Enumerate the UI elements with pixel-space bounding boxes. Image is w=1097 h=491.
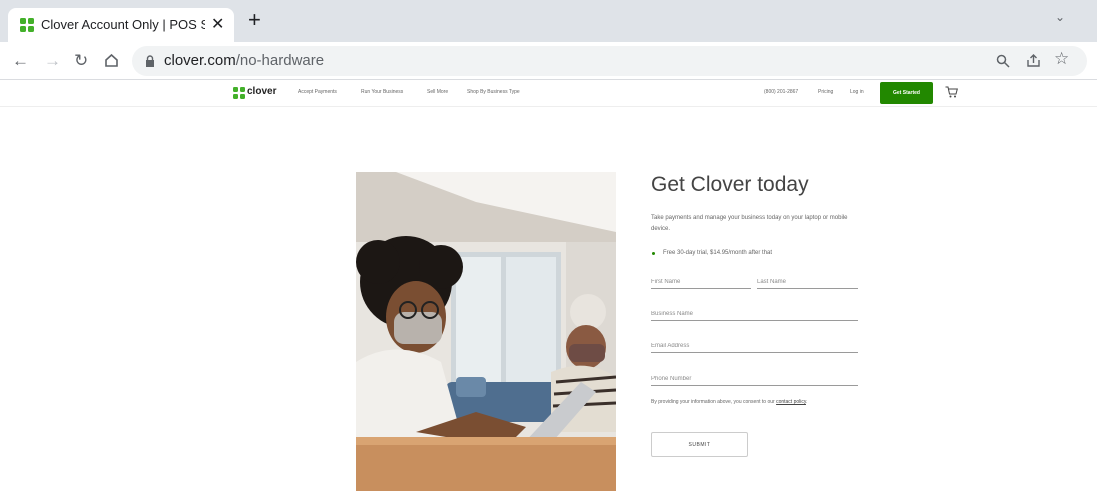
pricing-link[interactable]: Pricing: [818, 89, 833, 95]
trial-info: Free 30-day trial, $14.95/month after th…: [663, 250, 773, 256]
site-header: clover Accept Payments Run Your Business…: [0, 81, 1097, 107]
bookmark-star-icon[interactable]: ☆: [1054, 49, 1069, 69]
nav-accept-payments[interactable]: Accept Payments: [298, 89, 337, 95]
clover-favicon-icon: [20, 18, 34, 32]
cart-icon[interactable]: [945, 86, 958, 98]
get-started-button[interactable]: Get Started: [880, 82, 933, 104]
new-tab-button[interactable]: +: [248, 8, 261, 32]
forward-arrow-icon[interactable]: →: [44, 51, 61, 71]
zoom-icon[interactable]: [996, 54, 1010, 68]
email-field[interactable]: [651, 343, 858, 353]
tab-search-chevron-icon[interactable]: ⌄: [1055, 10, 1065, 24]
phone-link[interactable]: (800) 201-2867: [764, 89, 798, 95]
tab-close-icon[interactable]: ✕: [211, 14, 224, 34]
submit-button[interactable]: SUBMIT: [651, 432, 748, 457]
browser-toolbar: ← → ↻ clover.com/no-hardware ☆ ⋮: [0, 42, 1097, 80]
nav-shop-by-business-type[interactable]: Shop By Business Type: [467, 89, 520, 95]
contact-policy-link[interactable]: contact policy: [776, 399, 806, 405]
tab-title: Clover Account Only | POS Syste: [41, 17, 205, 32]
hero-photo: [356, 172, 616, 491]
phone-field[interactable]: [651, 376, 858, 386]
home-icon[interactable]: [104, 53, 119, 68]
login-link[interactable]: Log in: [850, 89, 864, 95]
browser-tab-strip: Clover Account Only | POS Syste ✕ + ⌄: [0, 0, 1097, 42]
share-icon[interactable]: [1026, 53, 1041, 68]
business-name-field[interactable]: [651, 311, 858, 321]
nav-run-your-business[interactable]: Run Your Business: [361, 89, 403, 95]
reload-icon[interactable]: ↻: [74, 51, 88, 71]
address-bar[interactable]: clover.com/no-hardware ☆: [132, 46, 1087, 76]
nav-sell-more[interactable]: Sell More: [427, 89, 448, 95]
first-name-field[interactable]: [651, 279, 751, 289]
clover-logo-icon: [233, 87, 245, 99]
more-icon[interactable]: ⋮: [1091, 50, 1097, 70]
browser-tab[interactable]: Clover Account Only | POS Syste ✕: [8, 8, 234, 42]
consent-text: By providing your information above, you…: [651, 399, 808, 405]
form-title: Get Clover today: [651, 173, 809, 196]
form-description: Take payments and manage your business t…: [651, 215, 848, 232]
lock-icon[interactable]: [145, 55, 155, 67]
back-arrow-icon[interactable]: ←: [12, 51, 29, 71]
bullet-dot: [652, 252, 655, 255]
last-name-field[interactable]: [757, 279, 858, 289]
url-text: clover.com/no-hardware: [164, 52, 325, 69]
logo-text: clover: [247, 86, 277, 97]
